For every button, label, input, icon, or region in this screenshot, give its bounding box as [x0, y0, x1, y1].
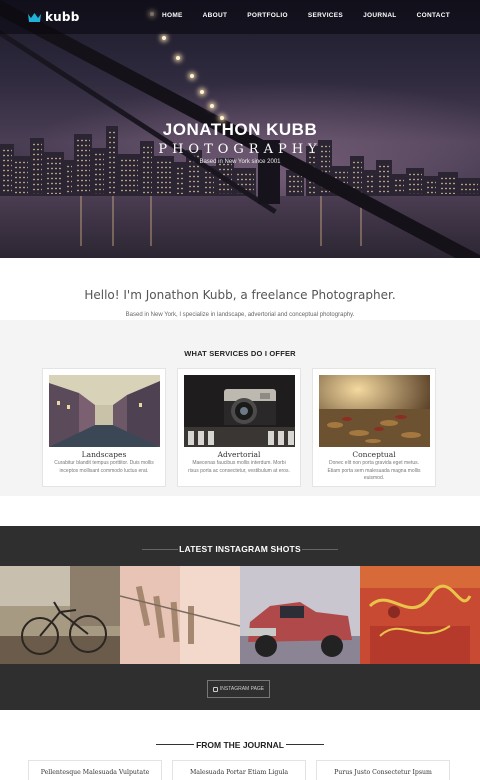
logo-text: kubb	[45, 10, 80, 24]
journal-post-title: Purus Justo Consectetur Ipsum	[334, 769, 432, 776]
service-card-landscapes[interactable]: Landscapes Curabitur blandit tempus port…	[42, 368, 166, 487]
crown-icon	[28, 12, 41, 22]
landscapes-photo	[49, 375, 160, 447]
instagram-button-label: INSTAGRAM PAGE	[219, 686, 265, 692]
instagram-page-button[interactable]: INSTAGRAM PAGE	[207, 680, 270, 698]
intro-text: Based in New York, I specialize in lands…	[125, 312, 355, 318]
journal-post-card[interactable]: Pellentesque Malesuada Vulputate	[28, 760, 162, 780]
journal-post-title: Malesuada Portar Etiam Ligula	[189, 769, 289, 776]
service-description: Maecenas faucibus mollis interdum. Morbi…	[188, 460, 290, 474]
service-description: Donec elit non porta gravida eget metus.…	[327, 460, 421, 481]
conceptual-photo	[319, 375, 430, 447]
service-description: Curabitur blandit tempus porttitor. Duis…	[54, 460, 154, 474]
journal-post-card[interactable]: Purus Justo Consectetur Ipsum	[316, 760, 450, 780]
instagram-icon	[212, 686, 218, 692]
hero-note: Based in New York since 2001	[199, 159, 281, 165]
services-heading: WHAT SERVICES DO I OFFER	[184, 349, 296, 358]
hero-subtitle: PHOTOGRAPHY	[158, 142, 322, 157]
hero-banner: JONATHON KUBB PHOTOGRAPHY Based in New Y…	[0, 0, 480, 258]
service-card-advertorial[interactable]: Advertorial Maecenas faucibus mollis int…	[177, 368, 301, 487]
site-logo[interactable]: kubb	[28, 10, 80, 24]
nav-portfolio[interactable]: PORTFOLIO	[247, 12, 288, 19]
services-section: WHAT SERVICES DO I OFFER Landscapes Cura…	[0, 320, 480, 496]
main-menu: HOME ABOUT PORTFOLIO SERVICES JOURNAL CO…	[162, 12, 450, 19]
nav-journal[interactable]: JOURNAL	[363, 12, 397, 19]
journal-rule-right	[286, 744, 324, 745]
instagram-section: LATEST INSTAGRAM SHOTS INSTAGRAM PAGE	[0, 526, 480, 710]
intro-heading: Hello! I'm Jonathon Kubb, a freelance Ph…	[84, 288, 396, 302]
journal-heading: FROM THE JOURNAL	[196, 740, 284, 750]
instagram-heading: LATEST INSTAGRAM SHOTS	[179, 544, 301, 554]
instagram-shot-clothespins[interactable]	[120, 566, 240, 664]
service-title: Landscapes	[81, 450, 127, 459]
hero-title: JONATHON KUBB	[162, 120, 318, 139]
instagram-shot-rusty-wall[interactable]	[360, 566, 480, 664]
service-title: Advertorial	[217, 450, 261, 459]
nav-services[interactable]: SERVICES	[308, 12, 343, 19]
instagram-shot-bicycle[interactable]	[0, 566, 120, 664]
instagram-shot-old-truck[interactable]	[240, 566, 360, 664]
nav-about[interactable]: ABOUT	[203, 12, 228, 19]
top-navbar: kubb HOME ABOUT PORTFOLIO SERVICES JOURN…	[0, 0, 480, 34]
heading-rule-right	[302, 549, 338, 550]
advertorial-photo	[184, 375, 295, 447]
journal-post-title: Pellentesque Malesuada Vulputate	[40, 769, 150, 776]
nav-home[interactable]: HOME	[162, 12, 183, 19]
service-card-conceptual[interactable]: Conceptual Donec elit non porta gravida …	[312, 368, 436, 487]
journal-post-card[interactable]: Malesuada Portar Etiam Ligula	[172, 760, 306, 780]
service-title: Conceptual	[352, 450, 396, 459]
nav-contact[interactable]: CONTACT	[417, 12, 450, 19]
